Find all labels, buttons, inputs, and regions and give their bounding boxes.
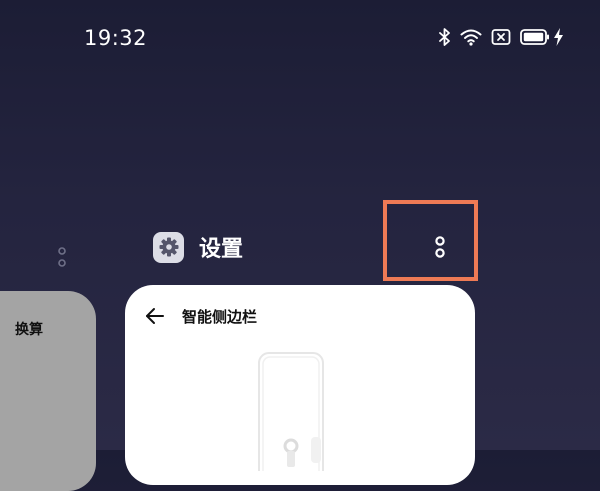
gear-icon[interactable] bbox=[153, 231, 184, 263]
bluetooth-icon bbox=[439, 28, 451, 46]
sim-x-icon bbox=[491, 28, 511, 46]
phone-illustration-icon bbox=[257, 351, 325, 485]
battery-icon bbox=[520, 28, 550, 46]
app-card-header: 设置 bbox=[153, 231, 243, 263]
status-icons bbox=[439, 28, 564, 46]
wifi-icon bbox=[460, 28, 482, 46]
left-card-more-icon[interactable] bbox=[57, 246, 67, 270]
screen-title: 智能侧边栏 bbox=[182, 308, 258, 326]
charging-icon bbox=[553, 28, 564, 46]
app-title: 设置 bbox=[199, 237, 244, 262]
recent-app-card-settings[interactable]: 智能侧边栏 bbox=[125, 285, 475, 485]
status-time: 19:32 bbox=[84, 26, 148, 50]
arrow-left-icon bbox=[145, 307, 165, 325]
status-bar: 19:32 bbox=[0, 0, 600, 78]
highlight-box bbox=[383, 200, 478, 281]
left-card-label: 换算 bbox=[15, 322, 43, 338]
